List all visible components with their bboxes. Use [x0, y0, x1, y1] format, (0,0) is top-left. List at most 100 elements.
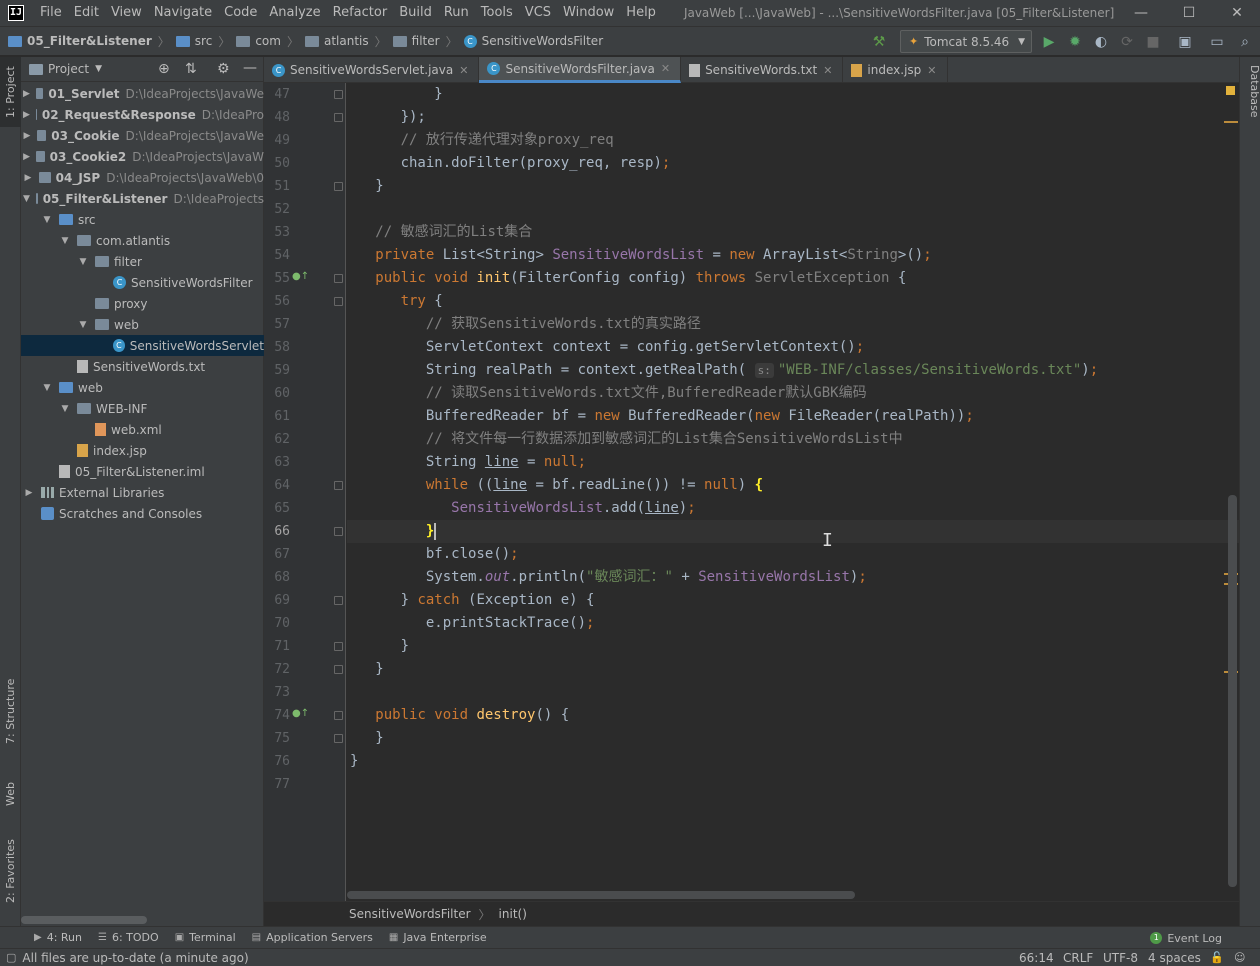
- tree-item-src[interactable]: ▼ src: [21, 209, 264, 230]
- fold-marker-icon[interactable]: [334, 182, 343, 191]
- implements-method-icon[interactable]: ●↑: [292, 271, 309, 285]
- tab-sensitive-words-servlet[interactable]: C SensitiveWordsServlet.java ✕: [264, 57, 480, 83]
- tree-item-web-inf[interactable]: ▼ WEB-INF: [21, 398, 264, 419]
- tree-item-02-request-response[interactable]: ▶ 02_Request&Response D:\IdeaPro: [21, 104, 264, 125]
- caret-position[interactable]: 66:14: [1019, 949, 1054, 966]
- indent-setting[interactable]: 4 spaces: [1148, 949, 1201, 966]
- tool-tab-database[interactable]: Database: [1240, 65, 1260, 118]
- fold-marker-icon[interactable]: [334, 90, 343, 99]
- breadcrumb-method[interactable]: init(): [499, 907, 527, 921]
- tree-item-external-libraries[interactable]: ▶ External Libraries: [21, 482, 264, 503]
- fold-marker-icon[interactable]: [334, 665, 343, 674]
- tool-tab-project[interactable]: 1: Project: [0, 57, 21, 127]
- inspector-icon[interactable]: ☺: [1234, 949, 1245, 966]
- close-tab-icon[interactable]: ✕: [661, 62, 670, 75]
- fold-marker-icon[interactable]: [334, 297, 343, 306]
- chevron-down-icon[interactable]: ▼: [59, 236, 71, 246]
- project-structure-icon[interactable]: ▣: [1176, 33, 1194, 51]
- tree-item-04-jsp[interactable]: ▶ 04_JSP D:\IdeaProjects\JavaWeb\0: [21, 167, 264, 188]
- tree-item-iml[interactable]: 05_Filter&Listener.iml: [21, 461, 264, 482]
- tree-item-proxy[interactable]: proxy: [21, 293, 264, 314]
- project-view-select[interactable]: Project: [48, 62, 89, 76]
- lock-icon[interactable]: 🔓: [1210, 949, 1224, 966]
- tool-java-enterprise[interactable]: ▦ Java Enterprise: [381, 927, 495, 949]
- build-hammer-icon[interactable]: ⚒: [870, 33, 888, 51]
- inspection-status-icon[interactable]: [1226, 86, 1235, 95]
- fold-marker-icon[interactable]: [334, 481, 343, 490]
- fold-marker-icon[interactable]: [334, 734, 343, 743]
- chevron-down-icon[interactable]: ▼: [77, 257, 89, 267]
- tree-item-web-folder[interactable]: ▼ web: [21, 377, 264, 398]
- tool-tab-web[interactable]: Web: [0, 769, 21, 819]
- tree-item-com-atlantis[interactable]: ▼ com.atlantis: [21, 230, 264, 251]
- editor-horizontal-scrollbar[interactable]: [347, 891, 855, 899]
- menu-help[interactable]: Help: [620, 0, 662, 26]
- tool-tab-favorites[interactable]: 2: Favorites: [0, 829, 21, 914]
- run-icon[interactable]: ▶: [1040, 33, 1058, 51]
- tree-item-03-cookie[interactable]: ▶ 03_Cookie D:\IdeaProjects\JavaWe: [21, 125, 264, 146]
- menu-view[interactable]: View: [105, 0, 148, 26]
- tab-sensitive-words-filter[interactable]: C SensitiveWordsFilter.java ✕: [479, 57, 682, 83]
- menu-edit[interactable]: Edit: [68, 0, 105, 26]
- collapse-all-icon[interactable]: ⇅: [185, 61, 197, 77]
- tree-item-01-servlet[interactable]: ▶ 01_Servlet D:\IdeaProjects\JavaWe: [21, 83, 264, 104]
- tree-item-sensitive-words-txt[interactable]: SensitiveWords.txt: [21, 356, 264, 377]
- locate-icon[interactable]: ⊕: [158, 61, 170, 77]
- chevron-right-icon[interactable]: ▶: [23, 152, 30, 162]
- nav-crumb-src[interactable]: src 〉: [175, 26, 237, 56]
- tab-index-jsp[interactable]: index.jsp ✕: [843, 57, 948, 83]
- minimize-icon[interactable]: —: [1118, 0, 1164, 26]
- chevron-down-icon[interactable]: ▼: [41, 215, 53, 225]
- project-horizontal-scrollbar[interactable]: [21, 916, 147, 924]
- presentation-icon[interactable]: ▭: [1208, 33, 1226, 51]
- menu-build[interactable]: Build: [393, 0, 438, 26]
- nav-crumb-com[interactable]: com 〉: [236, 26, 305, 56]
- fold-marker-icon[interactable]: [334, 527, 343, 536]
- close-tab-icon[interactable]: ✕: [459, 64, 468, 77]
- tool-event-log[interactable]: 1 Event Log: [1142, 927, 1230, 949]
- tool-application-servers[interactable]: ▤ Application Servers: [244, 927, 381, 949]
- chevron-right-icon[interactable]: ▶: [23, 89, 30, 99]
- tool-terminal[interactable]: ▣ Terminal: [167, 927, 244, 949]
- chevron-right-icon[interactable]: ▶: [23, 488, 35, 498]
- fold-marker-icon[interactable]: [334, 113, 343, 122]
- tree-item-web-package[interactable]: ▼ web: [21, 314, 264, 335]
- tree-item-web-xml[interactable]: web.xml: [21, 419, 264, 440]
- tree-item-03-cookie2[interactable]: ▶ 03_Cookie2 D:\IdeaProjects\JavaW: [21, 146, 264, 167]
- tool-tab-structure[interactable]: 7: Structure: [0, 669, 21, 754]
- tree-item-05-filter-listener[interactable]: ▼ 05_Filter&Listener D:\IdeaProjects: [21, 188, 264, 209]
- chevron-right-icon[interactable]: ▶: [23, 173, 33, 183]
- fold-marker-icon[interactable]: [334, 596, 343, 605]
- debug-icon[interactable]: ✹: [1066, 33, 1084, 51]
- chevron-down-icon[interactable]: ▼: [59, 404, 71, 414]
- menu-refactor[interactable]: Refactor: [327, 0, 394, 26]
- fold-marker-icon[interactable]: [334, 711, 343, 720]
- chevron-right-icon[interactable]: ▶: [23, 110, 30, 120]
- line-separator[interactable]: CRLF: [1063, 949, 1093, 966]
- code-editor[interactable]: 47 48 49 50 51 52 53 54 55 56 57 58 59 6…: [264, 83, 1239, 901]
- warning-marker[interactable]: [1224, 121, 1238, 123]
- hide-panel-icon[interactable]: —: [243, 60, 257, 76]
- tree-item-sensitive-words-servlet[interactable]: C SensitiveWordsServlet: [21, 335, 264, 356]
- editor-vertical-scrollbar[interactable]: [1228, 495, 1237, 887]
- file-encoding[interactable]: UTF-8: [1103, 949, 1138, 966]
- tool-todo[interactable]: ☰ 6: TODO: [90, 927, 167, 949]
- close-tab-icon[interactable]: ✕: [927, 64, 936, 77]
- chevron-down-icon[interactable]: ▼: [41, 383, 53, 393]
- menu-window[interactable]: Window: [557, 0, 620, 26]
- search-icon[interactable]: ⌕: [1236, 33, 1254, 51]
- profile-icon[interactable]: ⟳: [1118, 33, 1136, 51]
- stop-icon[interactable]: ■: [1144, 33, 1162, 51]
- tree-item-sensitive-words-filter[interactable]: C SensitiveWordsFilter: [21, 272, 264, 293]
- menu-tools[interactable]: Tools: [475, 0, 519, 26]
- menu-vcs[interactable]: VCS: [519, 0, 557, 26]
- close-tab-icon[interactable]: ✕: [823, 64, 832, 77]
- menu-file[interactable]: File: [34, 0, 68, 26]
- menu-navigate[interactable]: Navigate: [148, 0, 218, 26]
- tree-item-scratches[interactable]: Scratches and Consoles: [21, 503, 264, 524]
- chevron-down-icon[interactable]: ▼: [95, 64, 102, 74]
- nav-crumb-filter[interactable]: filter 〉: [392, 26, 464, 56]
- nav-crumb-class[interactable]: C SensitiveWordsFilter: [463, 26, 603, 56]
- menu-analyze[interactable]: Analyze: [263, 0, 326, 26]
- implements-method-icon[interactable]: ●↑: [292, 708, 309, 722]
